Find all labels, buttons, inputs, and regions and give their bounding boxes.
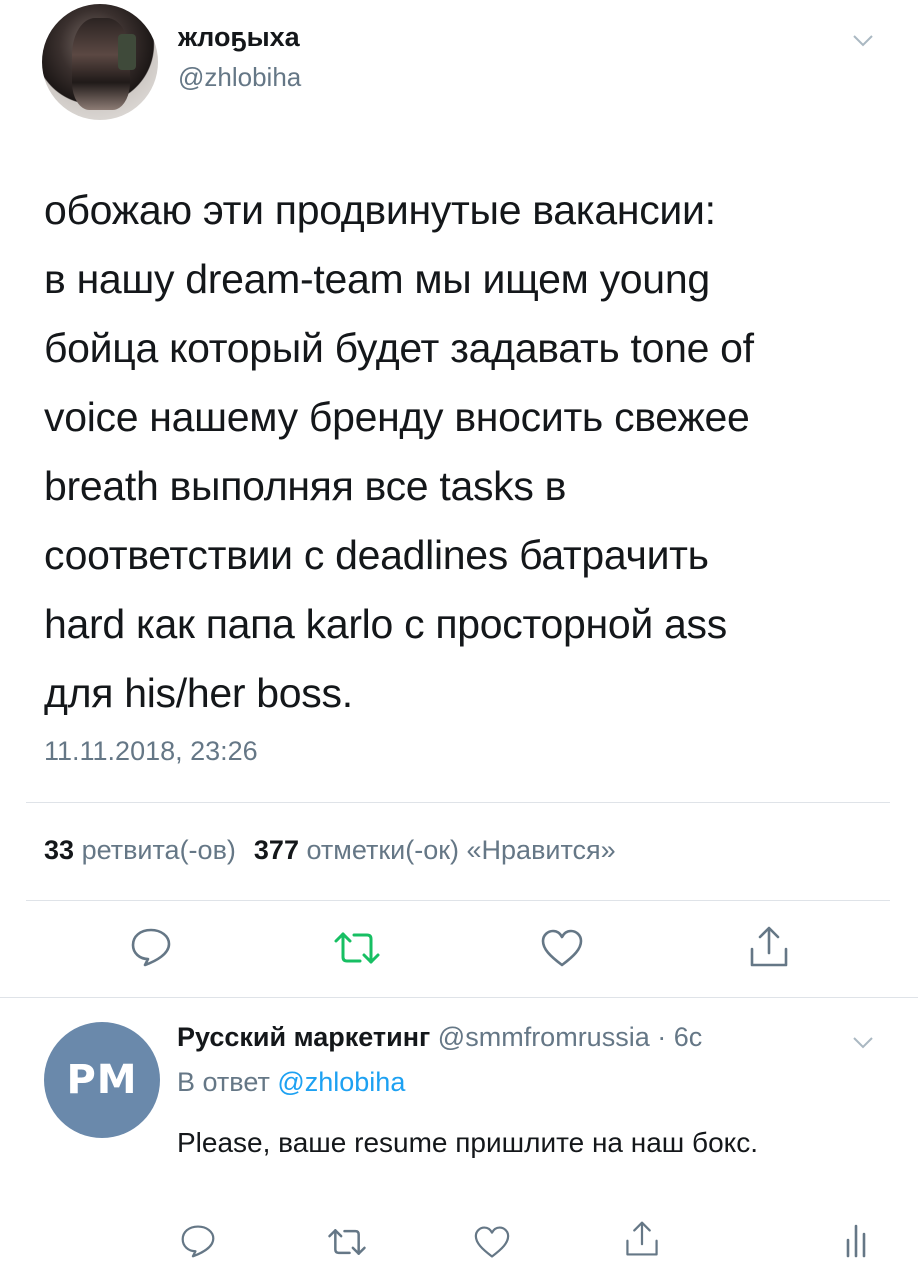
tweet-text-line: breath выполняя все tasks в: [44, 463, 567, 509]
tweet-text-line: voice нашему бренду вносить свежее: [44, 394, 750, 440]
share-icon: [626, 1221, 658, 1256]
reply-reply-button[interactable]: [180, 1224, 216, 1258]
divider: [26, 802, 890, 803]
heart-icon: [474, 1226, 510, 1258]
retweet-button[interactable]: [333, 930, 381, 966]
chevron-down-icon[interactable]: [852, 1036, 874, 1050]
tweet-text-line: в нашу dream-team мы ищем young: [44, 256, 710, 302]
tweet-text-line: hard как папа karlo с просторной ass: [44, 601, 727, 647]
analytics-icon: [846, 1224, 866, 1258]
tweet-detail-page: жлоҕыха @zhlobiha обожаю эти продвинутые…: [0, 0, 918, 1280]
reply-time[interactable]: 6с: [674, 1022, 703, 1052]
tweet-text-line: обожаю эти продвинутые вакансии:: [44, 187, 716, 233]
reply-analytics-button[interactable]: [845, 1222, 867, 1258]
author-name[interactable]: жлоҕыха: [178, 22, 300, 53]
tweet-text-line: соответствии с deadlines батрачить: [44, 532, 709, 578]
reply-button[interactable]: [130, 927, 172, 967]
reply-header: Русский маркетинг @smmfromrussia · 6с: [177, 1022, 702, 1053]
retweets-stat[interactable]: 33 ретвита(-ов): [44, 835, 236, 865]
retweet-icon: [334, 932, 380, 964]
reply-icon: [181, 1225, 215, 1258]
author-handle[interactable]: @zhlobiha: [178, 62, 301, 93]
likes-stat[interactable]: 377 отметки(-ок) «Нравится»: [254, 835, 616, 865]
tweet-text: обожаю эти продвинутые вакансии: в нашу …: [44, 176, 884, 728]
reply-text: Please, ваше resume пришлите на наш бокс…: [177, 1127, 758, 1158]
chevron-down-icon[interactable]: [852, 34, 874, 48]
reply-icon: [131, 928, 171, 967]
share-icon: [750, 926, 788, 967]
share-button[interactable]: [748, 925, 790, 969]
reply-share-button[interactable]: [624, 1220, 660, 1258]
tweet-text-line: бойца который будет задавать tone of: [44, 325, 754, 371]
reply-author-avatar[interactable]: РМ: [44, 1022, 160, 1138]
tweet-text-line: для his/her boss.: [44, 670, 353, 716]
reply-to-line: В ответ @zhlobiha: [177, 1067, 405, 1098]
reply-like-button[interactable]: [473, 1225, 511, 1259]
tweet-timestamp[interactable]: 11.11.2018, 23:26: [44, 736, 258, 767]
likes-label: отметки(-ок) «Нравится»: [306, 835, 616, 865]
retweet-icon: [328, 1229, 366, 1255]
divider: [0, 997, 918, 998]
heart-icon: [541, 929, 583, 967]
reply-to-mention[interactable]: @zhlobiha: [277, 1067, 405, 1097]
avatar-bottle: [118, 34, 136, 70]
retweets-count: 33: [44, 835, 75, 865]
divider: [26, 900, 890, 901]
likes-count: 377: [253, 835, 299, 865]
like-button[interactable]: [540, 928, 584, 968]
retweets-label: ретвита(-ов): [81, 835, 236, 865]
reply-author-handle[interactable]: @smmfromrussia: [438, 1022, 650, 1052]
author-avatar[interactable]: [42, 4, 158, 120]
tweet-stats: 33 ретвита(-ов) 377 отметки(-ок) «Нравитс…: [44, 835, 616, 866]
reply-author-name[interactable]: Русский маркетинг: [177, 1022, 430, 1052]
reply-separator: ·: [657, 1022, 667, 1052]
reply-avatar-text: РМ: [66, 1057, 138, 1103]
reply-to-prefix: В ответ: [177, 1067, 270, 1097]
reply-retweet-button[interactable]: [327, 1227, 367, 1257]
